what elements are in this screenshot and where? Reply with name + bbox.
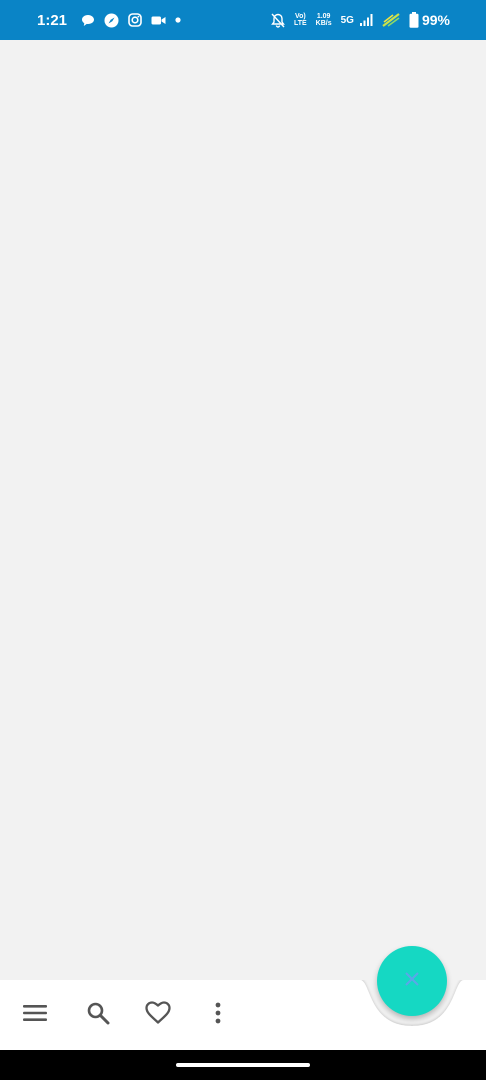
network-speed: 1.09 KB/s (316, 13, 332, 27)
status-bar-right: Vo) LTE 1.09 KB/s 5G 99% (271, 12, 450, 28)
search-icon (86, 1001, 110, 1030)
network-speed-unit: KB/s (315, 20, 332, 27)
clock: 1:21 (37, 11, 68, 29)
volte-bottom-label: LTE (293, 20, 307, 27)
signal-icon (359, 13, 373, 27)
chat-bubble-icon (81, 14, 95, 27)
compass-icon (104, 13, 119, 28)
search-button[interactable] (78, 994, 118, 1036)
volte-indicator: Vo) LTE (294, 13, 307, 27)
network-type: 5G (340, 14, 354, 26)
video-camera-icon (151, 15, 166, 26)
charging-icon (382, 13, 400, 27)
battery-icon (409, 12, 419, 28)
more-vert-icon (215, 1002, 221, 1029)
close-fab-button[interactable] (377, 946, 447, 1016)
battery-percentage: 99% (421, 12, 450, 28)
bell-off-icon (271, 13, 285, 28)
system-navigation-bar (0, 1050, 486, 1080)
heart-icon (145, 1001, 171, 1029)
more-options-button[interactable] (198, 994, 238, 1036)
instagram-icon (128, 13, 142, 27)
favorites-button[interactable] (138, 994, 178, 1036)
status-bar-left: 1:21 (37, 12, 190, 29)
status-bar: 1:21 Vo) LTE 1.09 KB/s 5G 99% (0, 0, 486, 40)
home-gesture-handle[interactable] (176, 1063, 310, 1067)
dot-icon (175, 17, 181, 23)
content-area (0, 40, 486, 980)
menu-icon (23, 1004, 47, 1027)
close-icon (404, 971, 420, 992)
volte-top-label: Vo) (294, 13, 306, 20)
menu-button[interactable] (15, 994, 55, 1036)
network-speed-value: 1.09 (316, 13, 331, 20)
